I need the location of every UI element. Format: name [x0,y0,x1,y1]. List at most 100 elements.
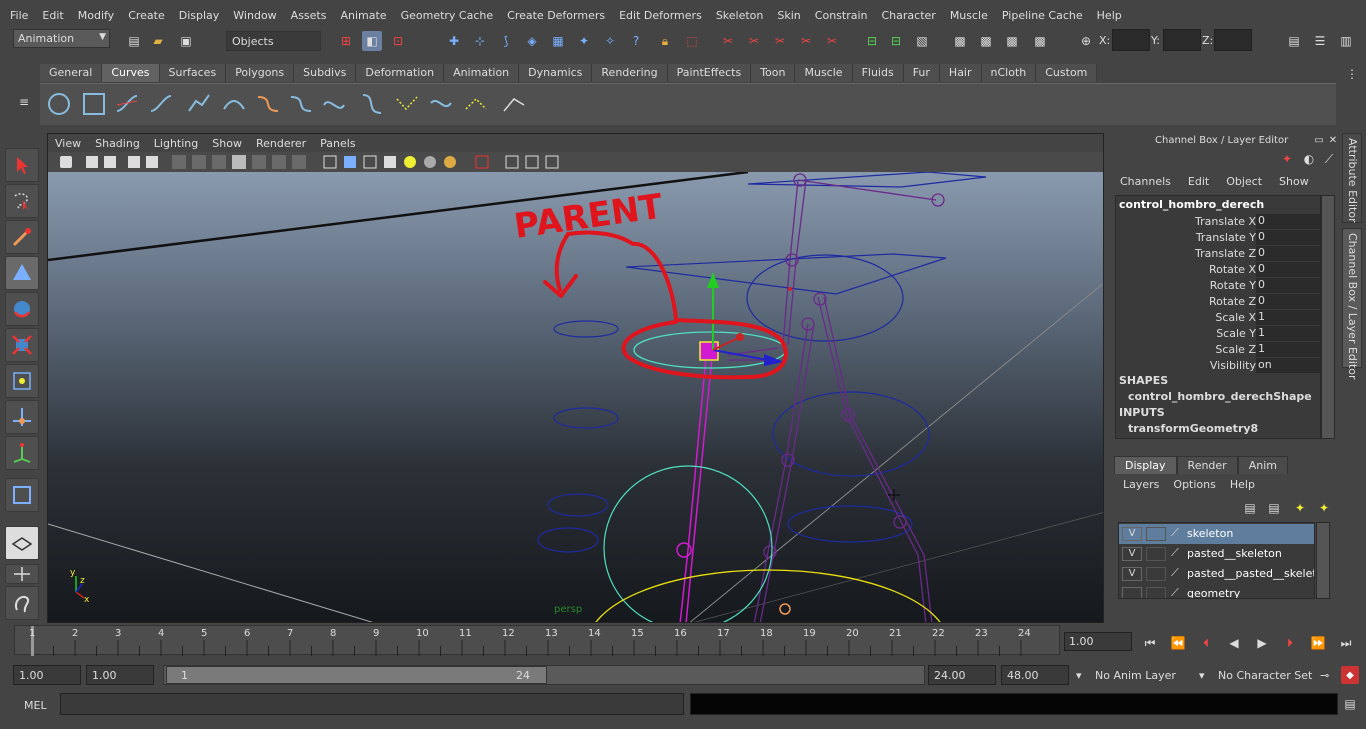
node-name[interactable]: control_hombro_derech [1119,198,1264,211]
viewport-menu-renderer[interactable]: Renderer [249,137,313,150]
attach-curves-icon[interactable] [254,90,282,118]
shelf-tab-fur[interactable]: Fur [903,64,940,82]
insert-knot-icon[interactable] [320,90,348,118]
playback-start-field[interactable]: 1.00 [86,665,154,685]
layer-name[interactable]: geometry [1187,587,1240,598]
square-icon[interactable] [80,90,108,118]
layer-name[interactable]: pasted__skeleton [1187,547,1282,560]
clapper-icon[interactable]: ▩ [976,31,996,51]
show-manipulator-icon[interactable] [5,436,39,470]
auto-key-icon[interactable]: ◆ [1341,666,1359,684]
viewport-menu-view[interactable]: View [48,137,88,150]
select-tool-icon[interactable] [5,148,39,182]
shelf-tab-ncloth[interactable]: nCloth [981,64,1037,82]
channel-list[interactable]: control_hombro_derech Translate X 0 Transl… [1115,195,1321,439]
layer-row[interactable]: V ⟋ skeleton [1119,524,1314,544]
channel-box-tab[interactable]: Channel Box / Layer Editor [1342,228,1362,380]
input-line-icon[interactable]: ⊟ [862,31,882,51]
shelf-tab-curves[interactable]: Curves [102,64,160,82]
perspective-viewport[interactable]: View Shading Lighting Show Renderer Panels [47,133,1104,623]
render-view-icon[interactable]: ✂ [822,31,842,51]
paste-icon[interactable]: ▧ [912,31,932,51]
shelf-tab-surfaces[interactable]: Surfaces [159,64,227,82]
start-time-field[interactable]: 1.00 [13,665,81,685]
layer-name[interactable]: pasted__pasted__skeleton [1187,567,1314,580]
hypershade-icon[interactable]: ✂ [796,31,816,51]
attribute-editor-toggle-icon[interactable]: ▤ [1284,31,1304,51]
ep-curve-icon[interactable] [147,90,175,118]
menu-file[interactable]: File [3,9,35,22]
end-time-field[interactable]: 48.00 [1001,665,1069,685]
shelf-options-icon[interactable]: ≡ [14,92,34,112]
channel-value[interactable]: 1 [1256,310,1320,325]
channel-row[interactable]: Translate Z0 [1116,246,1322,262]
hyper-icon[interactable]: ⟋ [1321,151,1337,167]
shelf-tab-toon[interactable]: Toon [751,64,796,82]
rotate-tool-icon[interactable] [5,292,39,326]
speed-icon[interactable]: ◐ [1301,151,1317,167]
shelf-tab-muscle[interactable]: Muscle [795,64,853,82]
go-to-end-icon[interactable]: ⏭ [1336,633,1356,653]
channel-row[interactable]: Rotate X0 [1116,262,1322,278]
channel-menu-object[interactable]: Object [1215,175,1268,188]
channel-menu-channels[interactable]: Channels [1109,175,1177,188]
menu-edit[interactable]: Edit [35,9,70,22]
menu-create[interactable]: Create [121,9,172,22]
channel-value[interactable]: 0 [1256,294,1320,309]
current-frame-field[interactable]: 1.00 [1064,632,1132,651]
menu-pipeline-cache[interactable]: Pipeline Cache [995,9,1090,22]
save-scene-icon[interactable]: ▣ [176,31,196,51]
manipulator-toggle-icon[interactable]: ✦ [1279,151,1295,167]
layer-tab-display[interactable]: Display [1114,456,1177,474]
channel-menu-show[interactable]: Show [1268,175,1315,188]
x-field[interactable] [1112,29,1150,51]
channel-value[interactable]: 1 [1256,342,1320,357]
layer-type-toggle[interactable] [1146,567,1166,581]
rename-field-icon[interactable]: ⊟ [886,31,906,51]
channel-value[interactable]: 0 [1256,278,1320,293]
universal-manipulator-icon[interactable] [5,364,39,398]
channel-value[interactable]: 1 [1256,326,1320,341]
channel-row[interactable]: Rotate Z0 [1116,294,1322,310]
layer-menu-help[interactable]: Help [1230,478,1269,491]
arc-icon[interactable] [220,90,248,118]
channel-row[interactable]: Scale Y1 [1116,326,1322,342]
chevron-down-icon[interactable]: ▾ [1076,669,1082,682]
clapper-icon[interactable]: ▩ [950,31,970,51]
menu-set-select[interactable]: Animation ▼ [13,29,110,48]
play-backwards-icon[interactable]: ◀ [1224,633,1244,653]
layer-row[interactable]: V ⟋ pasted__pasted__skeleton [1119,564,1314,584]
snap-to-point-icon[interactable]: ⟆ [496,31,516,51]
channel-value[interactable]: 0 [1256,230,1320,245]
menu-character[interactable]: Character [875,9,943,22]
new-render-layer-icon[interactable]: ✦ [1290,498,1310,518]
shelf-tab-subdivs[interactable]: Subdivs [294,64,357,82]
layer-visibility-toggle[interactable]: V [1122,567,1142,581]
layer-menu-layers[interactable]: Layers [1123,478,1173,491]
chevron-down-icon[interactable]: ▾ [1199,669,1205,682]
shelf-menu-icon[interactable]: ⋮ [1342,64,1362,84]
shelf-tab-dynamics[interactable]: Dynamics [519,64,593,82]
open-scene-icon[interactable]: ▰ [148,31,168,51]
reverse-curve-icon[interactable] [427,90,455,118]
layer-tab-anim[interactable]: Anim [1237,456,1288,474]
menu-animate[interactable]: Animate [333,9,393,22]
menu-edit-deformers[interactable]: Edit Deformers [612,9,709,22]
channel-box-toggle-icon[interactable]: ▥ [1336,31,1356,51]
float-panel-icon[interactable]: ▭ [1313,134,1325,146]
range-handle[interactable] [166,666,547,684]
layout-presets-icon[interactable] [5,564,39,584]
input-ops-icon[interactable]: ✦ [574,31,594,51]
detach-curves-icon[interactable] [287,90,315,118]
layer-list[interactable]: V ⟋ skeleton V ⟋ pasted__skeleton V ⟋ pasted__pa… [1118,522,1315,599]
channel-scrollbar[interactable] [1321,195,1335,439]
channel-row[interactable]: Visibility on [1116,358,1322,374]
select-by-component-icon[interactable]: ⊡ [388,31,408,51]
shelf-tab-deformation[interactable]: Deformation [356,64,445,82]
select-by-hierarchy-icon[interactable]: ⊞ [336,31,356,51]
tool-settings-toggle-icon[interactable]: ☰ [1310,31,1330,51]
layer-type-toggle[interactable] [1146,527,1166,541]
single-perspective-layout-icon[interactable] [5,526,39,560]
step-back-frame-icon[interactable]: ⏪ [1168,633,1188,653]
ipr-render-icon[interactable]: ✂ [744,31,764,51]
